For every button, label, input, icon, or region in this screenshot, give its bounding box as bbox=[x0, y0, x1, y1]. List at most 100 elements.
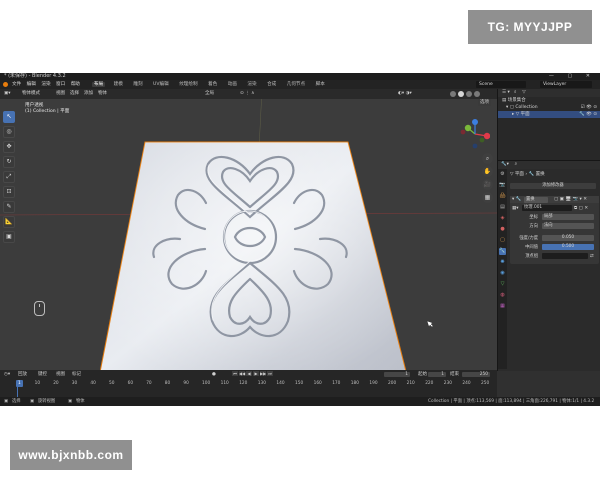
strength-field[interactable]: 0.050 bbox=[542, 235, 594, 241]
watermark-top: TG: MYYJJPP bbox=[468, 10, 592, 44]
tool-tab-icon[interactable]: ⚙ bbox=[499, 171, 506, 178]
world-tab-icon[interactable]: ● bbox=[499, 226, 506, 233]
render-tab-icon[interactable]: 📷 bbox=[499, 182, 506, 189]
overlay-icon[interactable]: ◐▾ ◑▾ bbox=[398, 89, 412, 99]
coords-dropdown[interactable]: 局部 bbox=[542, 214, 594, 220]
camera-icon[interactable]: 🎥 bbox=[482, 179, 493, 190]
navigation-gizmo[interactable] bbox=[460, 119, 490, 149]
add-cube-icon[interactable]: ▣ bbox=[3, 231, 15, 243]
texture-actions-icon[interactable]: ⧉ ▢ ✕ bbox=[574, 205, 588, 212]
playhead[interactable] bbox=[17, 380, 18, 397]
scene-tab-icon[interactable]: ◈ bbox=[499, 215, 506, 222]
solid-shading-icon[interactable] bbox=[458, 91, 464, 97]
texture-field[interactable]: 纹理.001 bbox=[522, 205, 572, 211]
menu-add[interactable]: 添加 bbox=[84, 89, 93, 99]
timeline-ruler[interactable]: 1 10 20 30 40 50 60 70 80 90 100 110 120 130 140 150 160… bbox=[10, 380, 490, 387]
tab-compositing[interactable]: 合成 bbox=[265, 82, 278, 87]
options-button[interactable]: 选项 bbox=[478, 99, 491, 106]
menu-select[interactable]: 选择 bbox=[70, 89, 79, 99]
move-icon[interactable]: ✥ bbox=[3, 141, 15, 153]
snap-icon[interactable]: ⊙ ⋮ ∧ bbox=[240, 89, 254, 99]
visibility-eye-icon[interactable]: ☑ 👁 ⊙ bbox=[581, 104, 597, 111]
ruler-tick-label: 190 bbox=[369, 381, 378, 386]
view-layer-selector[interactable]: ViewLayer bbox=[540, 81, 592, 88]
clock-icon[interactable]: ◷▾ bbox=[4, 370, 10, 379]
tab-uv-editing[interactable]: UV编辑 bbox=[151, 82, 171, 87]
editor-type-icon[interactable]: ▣▾ bbox=[4, 89, 11, 99]
add-modifier-button[interactable]: 添加修改器 bbox=[510, 183, 596, 189]
tab-animation[interactable]: 动画 bbox=[226, 82, 239, 87]
modifier-toggles-icon[interactable]: ▢ ▣ 🖥 📷 ▾ ✕ bbox=[554, 196, 587, 203]
menu-object[interactable]: 物体 bbox=[98, 89, 107, 99]
tab-layout[interactable]: 布局 bbox=[92, 82, 106, 87]
menu-view[interactable]: 视图 bbox=[56, 89, 65, 99]
modifier-name-field[interactable]: 置换 bbox=[524, 196, 548, 203]
view-layer-tab-icon[interactable]: ▤ bbox=[499, 204, 506, 211]
visibility-eye-icon[interactable]: 🔧 👁 ⊙ bbox=[579, 111, 597, 118]
output-tab-icon[interactable]: 🖨 bbox=[499, 193, 506, 200]
playback-menu[interactable]: 回放 bbox=[18, 370, 27, 379]
collection-label: (1) Collection | 平面 bbox=[25, 109, 70, 114]
data-tab-icon[interactable]: ▽ bbox=[499, 281, 506, 288]
tab-modeling[interactable]: 建模 bbox=[112, 82, 125, 87]
menu-window[interactable]: 窗口 bbox=[56, 82, 65, 87]
transform-icon[interactable]: ⊡ bbox=[3, 186, 15, 198]
zoom-icon[interactable]: ⌕ bbox=[482, 153, 493, 164]
marker-menu[interactable]: 标记 bbox=[72, 370, 81, 379]
invert-icon[interactable]: ⇄ bbox=[590, 253, 594, 260]
record-icon[interactable]: ● bbox=[212, 370, 216, 379]
ruler-tick-label: 240 bbox=[462, 381, 471, 386]
outliner-row-scene-collection[interactable]: ▤ 场景集合 bbox=[498, 97, 600, 104]
outliner-row-collection[interactable]: ▾ ▢ Collection ☑ 👁 ⊙ bbox=[498, 104, 600, 111]
rotate-icon[interactable]: ↻ bbox=[3, 156, 15, 168]
window-title: * (未保存) - Blender 4.3.2 bbox=[4, 73, 66, 79]
playback-controls-icon[interactable]: ⏮ ◀◀ ◀ ▶ ▶▶ ⏭ bbox=[232, 370, 274, 379]
modifier-tab-icon[interactable]: 🔧 bbox=[499, 248, 506, 255]
measure-icon[interactable]: 📐 bbox=[3, 216, 15, 228]
watermark-bottom: www.bjxnbb.com bbox=[10, 440, 132, 470]
vertex-group-field[interactable] bbox=[542, 253, 588, 259]
3d-viewport[interactable]: ▣▾ 物体模式 视图 选择 添加 物体 全局 ⊙ ⋮ ∧ ◐▾ ◑▾ 选项 用户… bbox=[0, 89, 497, 370]
physics-tab-icon[interactable]: ◉ bbox=[499, 270, 506, 277]
current-frame-field[interactable]: 1 bbox=[384, 372, 410, 377]
keying-menu[interactable]: 键控 bbox=[38, 370, 47, 379]
orientation-selector[interactable]: 全局 bbox=[205, 89, 214, 99]
start-frame-field[interactable]: 1 bbox=[428, 372, 446, 377]
scene-selector[interactable]: Scene bbox=[476, 81, 526, 88]
menu-file[interactable]: 文件 bbox=[12, 82, 21, 87]
texture-tab-icon[interactable]: ▦ bbox=[499, 303, 506, 310]
view-menu[interactable]: 视图 bbox=[56, 370, 65, 379]
pan-icon[interactable]: ✋ bbox=[482, 166, 493, 177]
ruler-tick-label: 90 bbox=[183, 381, 189, 386]
rendered-shading-icon[interactable] bbox=[474, 91, 480, 97]
wireframe-shading-icon[interactable] bbox=[450, 91, 456, 97]
ruler-tick-label: 100 bbox=[202, 381, 211, 386]
end-frame-field[interactable]: 250 bbox=[462, 372, 490, 377]
object-tab-icon[interactable]: ▢ bbox=[499, 237, 506, 244]
tab-shading[interactable]: 着色 bbox=[206, 82, 219, 87]
mode-selector[interactable]: 物体模式 bbox=[22, 89, 40, 99]
perspective-icon[interactable]: ▦ bbox=[482, 192, 493, 203]
strength-row: 强度/力度 0.050 bbox=[510, 235, 599, 242]
blender-logo-icon[interactable] bbox=[3, 82, 8, 87]
material-shading-icon[interactable] bbox=[466, 91, 472, 97]
menu-render[interactable]: 渲染 bbox=[41, 82, 50, 87]
tab-texture-paint[interactable]: 纹理绘制 bbox=[177, 82, 199, 87]
window-controls[interactable]: — ▢ ✕ bbox=[549, 73, 596, 80]
particles-tab-icon[interactable]: ✺ bbox=[499, 259, 506, 266]
scale-icon[interactable]: ⤢ bbox=[3, 171, 15, 183]
menu-edit[interactable]: 编辑 bbox=[27, 82, 36, 87]
midlevel-field[interactable]: 0.500 bbox=[542, 244, 594, 250]
annotate-icon[interactable]: ✎ bbox=[3, 201, 15, 213]
tab-geometry-nodes[interactable]: 几何节点 bbox=[285, 82, 307, 87]
tab-scripting[interactable]: 脚本 bbox=[314, 82, 327, 87]
outliner-row-plane[interactable]: ▸ ▽ 平面 🔧 👁 ⊙ bbox=[498, 111, 600, 118]
menu-help[interactable]: 帮助 bbox=[71, 82, 80, 87]
material-tab-icon[interactable]: ◍ bbox=[499, 292, 506, 299]
direction-dropdown[interactable]: 法向 bbox=[542, 223, 594, 229]
cursor-icon[interactable]: ◎ bbox=[3, 126, 15, 138]
tab-rendering[interactable]: 渲染 bbox=[245, 82, 258, 87]
collapse-icon[interactable]: ▾ 🔧 bbox=[512, 197, 521, 202]
tab-sculpting[interactable]: 雕刻 bbox=[131, 82, 144, 87]
select-box-icon[interactable]: ↖ bbox=[3, 111, 15, 123]
